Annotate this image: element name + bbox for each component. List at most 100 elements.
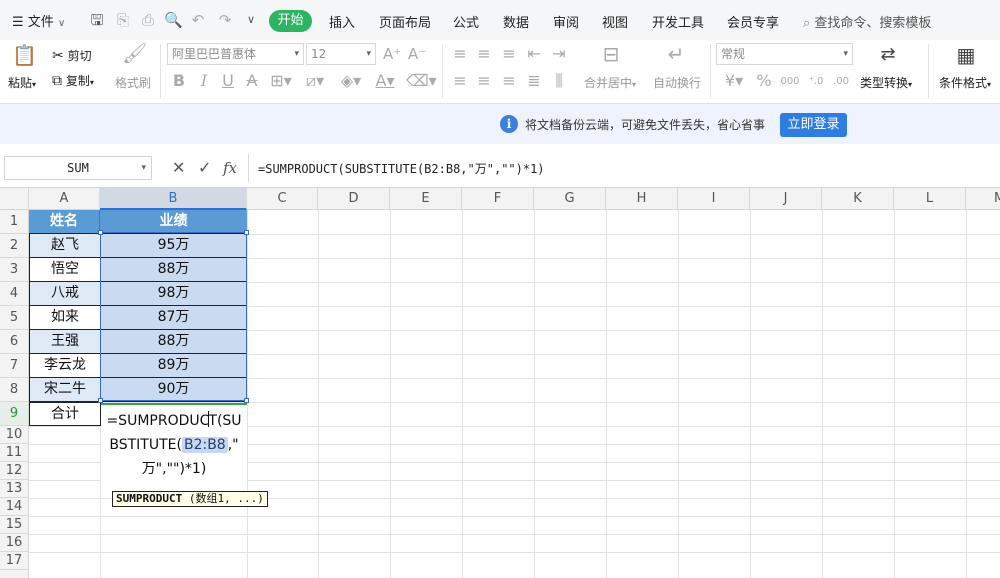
name-cell[interactable]: 宋二牛 bbox=[29, 377, 101, 402]
column-header[interactable]: E bbox=[390, 188, 462, 210]
justify-icon[interactable]: ≣ bbox=[525, 72, 543, 90]
strikethrough-icon[interactable]: A bbox=[244, 72, 260, 90]
conditional-format-button[interactable]: 条件格式▾ bbox=[939, 74, 991, 91]
cell-editor-b9[interactable]: =SUMPRODUCT(SU BSTITUTE(B2:B8 ," 万","")*1… bbox=[101, 403, 247, 483]
name-cell[interactable]: 如来 bbox=[29, 305, 101, 330]
row-header[interactable]: 5 bbox=[0, 306, 28, 330]
column-header[interactable]: I bbox=[678, 188, 750, 210]
command-search[interactable]: ⌕ 查找命令、搜索模板 bbox=[803, 12, 931, 31]
currency-icon[interactable]: ¥▾ bbox=[721, 72, 747, 90]
font-name-select[interactable]: 阿里巴巴普惠体 ▾ bbox=[167, 43, 304, 65]
total-label-cell[interactable]: 合计 bbox=[29, 402, 101, 426]
tab-view[interactable]: 视图 bbox=[602, 12, 628, 31]
row-header[interactable]: 9 bbox=[0, 402, 28, 426]
format-painter-label[interactable]: 格式刷 bbox=[115, 74, 151, 91]
thousands-icon[interactable]: 000 bbox=[780, 73, 800, 91]
underline-icon[interactable]: U bbox=[220, 72, 236, 90]
tab-developer[interactable]: 开发工具 bbox=[652, 12, 704, 31]
column-header[interactable]: A bbox=[29, 188, 100, 210]
percent-icon[interactable]: % bbox=[756, 72, 772, 90]
row-header[interactable]: 11 bbox=[0, 444, 28, 462]
row-header[interactable]: 8 bbox=[0, 378, 28, 402]
cut-button[interactable]: ✂ 剪切 bbox=[52, 47, 92, 64]
merge-center-button[interactable]: 合并居中▾ bbox=[584, 74, 636, 91]
tab-member[interactable]: 会员专享 bbox=[727, 12, 779, 31]
column-header[interactable]: C bbox=[247, 188, 318, 210]
score-cell[interactable]: 87万 bbox=[100, 305, 247, 330]
column-header[interactable]: G bbox=[534, 188, 606, 210]
indent-increase-icon[interactable]: ⇥ bbox=[550, 45, 568, 63]
row-header[interactable]: 13 bbox=[0, 480, 28, 498]
row-header[interactable]: 12 bbox=[0, 462, 28, 480]
align-right-icon[interactable]: ≡ bbox=[500, 72, 518, 90]
column-header[interactable]: K bbox=[822, 188, 894, 210]
paste-icon[interactable]: 📋 bbox=[12, 45, 37, 65]
convert-type-button[interactable]: 类型转换▾ bbox=[860, 74, 912, 91]
cell-style-icon[interactable]: ⧄▾ bbox=[302, 72, 328, 90]
row-header[interactable]: 3 bbox=[0, 258, 28, 282]
name-cell[interactable]: 王强 bbox=[29, 329, 101, 354]
score-cell[interactable]: 88万 bbox=[100, 329, 247, 354]
fill-color-icon[interactable]: ◈▾ bbox=[338, 72, 364, 90]
row-header[interactable]: 1 bbox=[0, 210, 28, 234]
italic-icon[interactable]: I bbox=[196, 72, 212, 90]
clear-format-icon[interactable]: ⌫▾ bbox=[406, 72, 437, 90]
increase-decimal-icon[interactable]: ⁺.0 bbox=[806, 73, 826, 91]
number-format-select[interactable]: 常规 ▾ bbox=[716, 43, 853, 65]
font-size-select[interactable]: 12 ▾ bbox=[306, 43, 376, 65]
name-box[interactable]: SUM ▾ bbox=[4, 156, 152, 180]
column-header[interactable]: D bbox=[318, 188, 390, 210]
row-header[interactable]: 16 bbox=[0, 534, 28, 552]
column-header[interactable]: J bbox=[750, 188, 822, 210]
decrease-font-icon[interactable]: A⁻ bbox=[408, 45, 426, 63]
score-cell[interactable]: 89万 bbox=[100, 353, 247, 378]
column-header[interactable]: M bbox=[966, 188, 1000, 210]
score-cell[interactable]: 90万 bbox=[100, 377, 247, 402]
quick-access-more-icon[interactable]: ∨ bbox=[242, 11, 260, 29]
row-header[interactable]: 14 bbox=[0, 498, 28, 516]
insert-function-button[interactable]: fx bbox=[223, 158, 237, 178]
tab-review[interactable]: 审阅 bbox=[553, 12, 579, 31]
conditional-format-icon[interactable]: ▦ bbox=[955, 45, 977, 65]
align-center-icon[interactable]: ≡ bbox=[475, 72, 493, 90]
cancel-icon[interactable]: ✕ bbox=[172, 158, 185, 178]
wrap-text-label[interactable]: 自动换行 bbox=[653, 74, 701, 91]
decrease-decimal-icon[interactable]: .00 bbox=[831, 73, 851, 91]
score-cell[interactable]: 88万 bbox=[100, 257, 247, 282]
score-cell[interactable]: 98万 bbox=[100, 281, 247, 306]
login-button[interactable]: 立即登录 bbox=[780, 113, 847, 137]
row-header[interactable]: 15 bbox=[0, 516, 28, 534]
name-cell[interactable]: 赵飞 bbox=[29, 233, 101, 258]
align-bottom-icon[interactable]: ≡ bbox=[500, 45, 518, 63]
row-header[interactable]: 17 bbox=[0, 552, 28, 570]
font-color-icon[interactable]: A▾ bbox=[372, 72, 398, 90]
name-cell[interactable]: 八戒 bbox=[29, 281, 101, 306]
name-cell[interactable]: 悟空 bbox=[29, 257, 101, 282]
indent-decrease-icon[interactable]: ⇤ bbox=[525, 45, 543, 63]
align-top-icon[interactable]: ≡ bbox=[451, 45, 469, 63]
wrap-text-icon[interactable]: ↵ bbox=[665, 44, 687, 64]
export-icon[interactable]: ⎘ bbox=[114, 11, 132, 29]
undo-icon[interactable]: ↶ bbox=[189, 11, 207, 29]
column-header[interactable]: L bbox=[894, 188, 966, 210]
merge-icon[interactable]: ⊟ bbox=[600, 44, 622, 64]
tab-page-layout[interactable]: 页面布局 bbox=[379, 12, 431, 31]
align-middle-icon[interactable]: ≡ bbox=[475, 45, 493, 63]
bold-icon[interactable]: B bbox=[171, 72, 187, 90]
convert-icon[interactable]: ⇄ bbox=[877, 46, 899, 64]
row-header[interactable]: 7 bbox=[0, 354, 28, 378]
increase-font-icon[interactable]: A⁺ bbox=[383, 45, 401, 63]
column-header[interactable]: H bbox=[606, 188, 678, 210]
distributed-icon[interactable]: ⫼ bbox=[550, 72, 568, 90]
formula-input[interactable]: =SUMPRODUCT(SUBSTITUTE(B2:B8,"万","")*1) bbox=[258, 160, 545, 177]
print-preview-icon[interactable]: 🔍 bbox=[164, 11, 183, 29]
tab-insert[interactable]: 插入 bbox=[329, 12, 355, 31]
redo-icon[interactable]: ↷ bbox=[216, 11, 234, 29]
align-left-icon[interactable]: ≡ bbox=[451, 72, 469, 90]
save-icon[interactable]: 🖫 bbox=[88, 11, 106, 29]
column-header[interactable]: B bbox=[100, 188, 247, 210]
print-icon[interactable]: ⎙ bbox=[139, 11, 157, 29]
brush-icon[interactable]: 🖌 bbox=[122, 43, 147, 63]
row-header[interactable]: 4 bbox=[0, 282, 28, 306]
copy-button[interactable]: ⧉ 复制▾ bbox=[52, 72, 94, 89]
